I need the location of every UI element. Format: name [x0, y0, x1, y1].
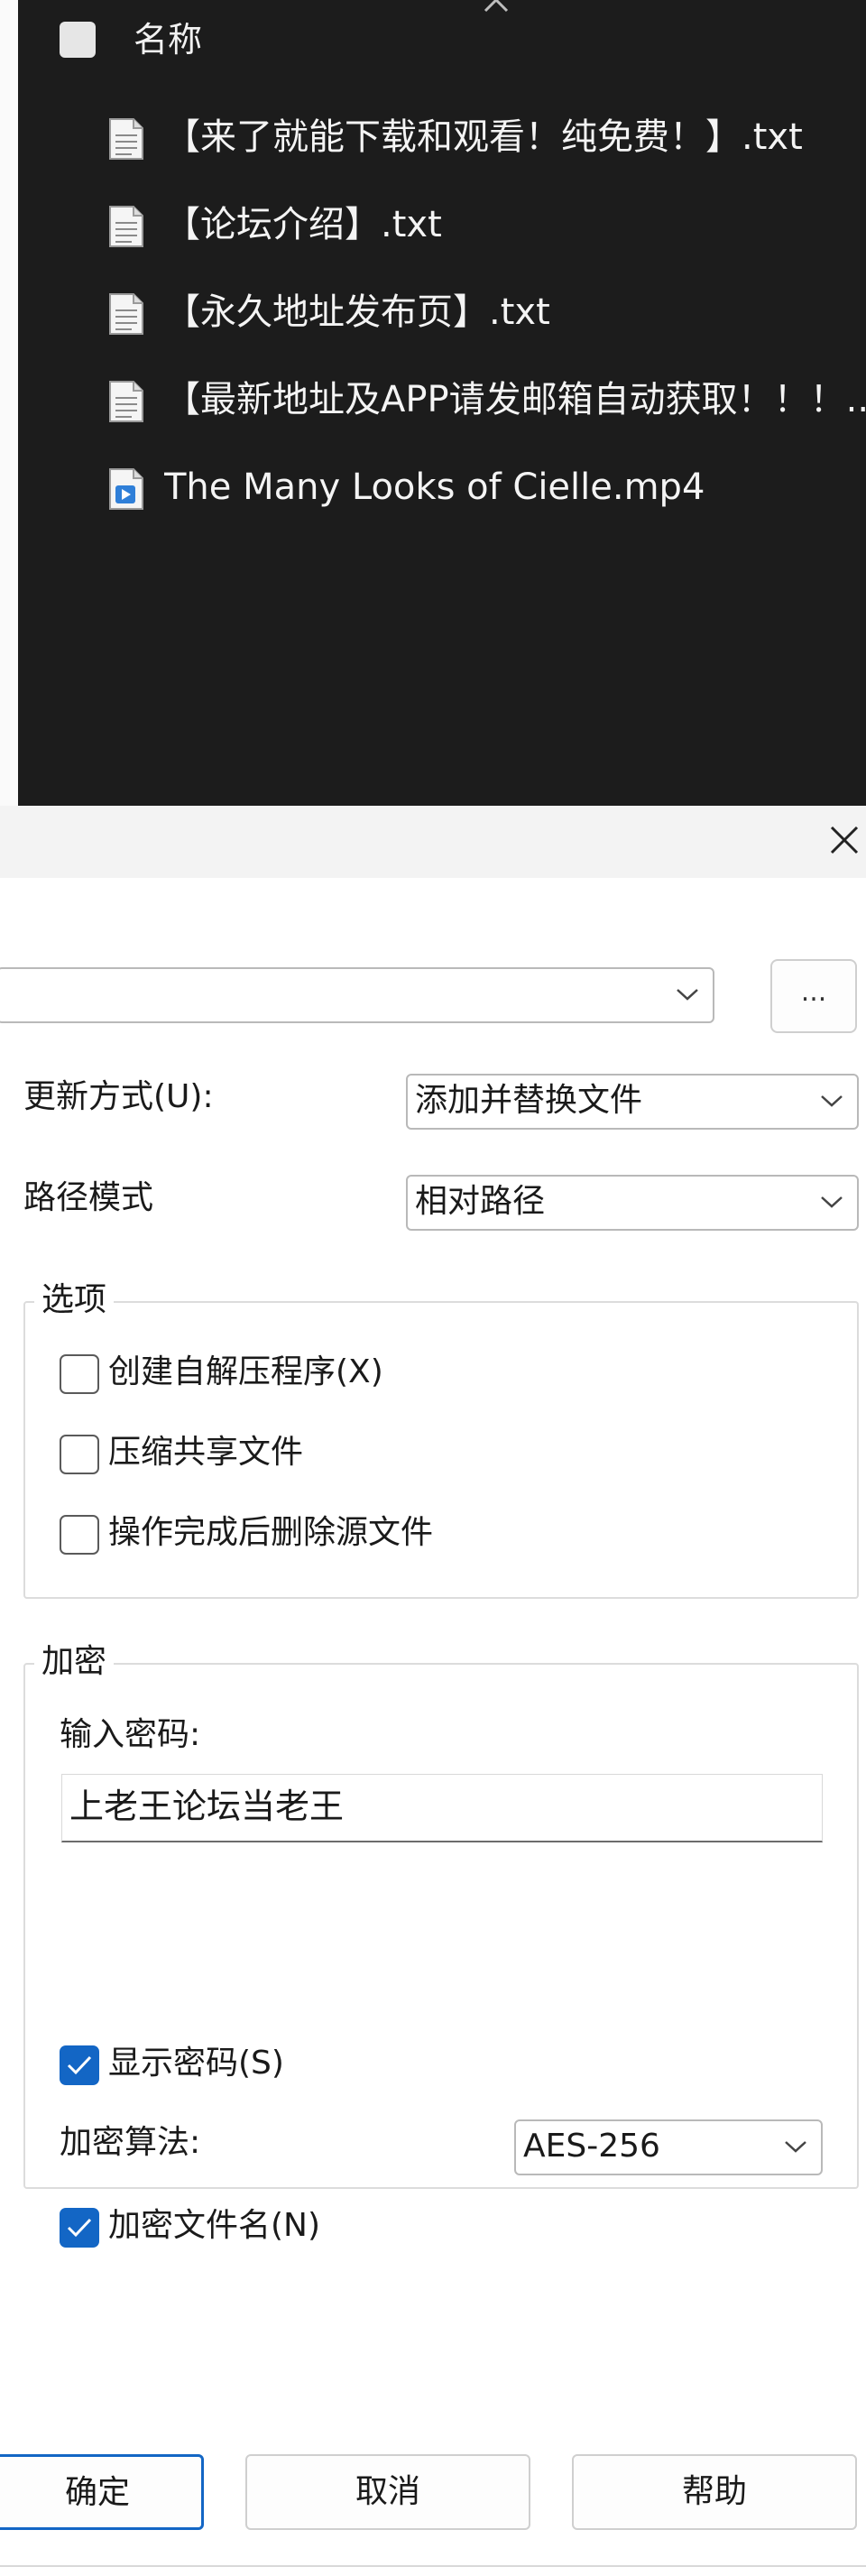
archive-settings-dialog: ... 更新方式(U): 添加并替换文件 路径模式 相对路径 选项 创建自解压程… — [0, 806, 866, 2576]
sfx-checkbox[interactable] — [60, 1354, 99, 1394]
window-edge — [0, 0, 18, 806]
path-mode-label: 路径模式 — [23, 1179, 154, 1216]
file-list-panel: 名称 【来了就能下载和观看！纯免费！】.txt 【论坛介绍】.txt 【永久地址… — [18, 0, 866, 806]
algorithm-value: AES-256 — [523, 2128, 660, 2165]
file-name: 【最新地址及APP请发邮箱自动获取！！！... — [164, 379, 866, 420]
text-file-icon — [109, 118, 143, 160]
chevron-down-icon — [821, 1095, 843, 1107]
update-mode-select[interactable]: 添加并替换文件 — [406, 1074, 859, 1130]
chevron-down-icon — [785, 2141, 806, 2153]
file-name: 【永久地址发布页】.txt — [164, 291, 550, 333]
path-mode-value: 相对路径 — [415, 1183, 546, 1220]
select-all-checkbox[interactable] — [60, 22, 96, 58]
column-header-name[interactable]: 名称 — [134, 18, 202, 61]
file-row[interactable]: 【永久地址发布页】.txt — [90, 282, 866, 345]
file-row[interactable]: 【论坛介绍】.txt — [90, 194, 866, 257]
file-row[interactable]: The Many Looks of Cielle.mp4 — [90, 457, 866, 520]
file-name: The Many Looks of Cielle.mp4 — [164, 466, 705, 508]
password-input[interactable]: 上老王论坛当老王 — [61, 1774, 823, 1842]
dialog-bottom-divider — [0, 2565, 866, 2567]
screen: 名称 【来了就能下载和观看！纯免费！】.txt 【论坛介绍】.txt 【永久地址… — [0, 0, 866, 2576]
video-file-icon — [109, 468, 143, 510]
text-file-icon — [109, 206, 143, 247]
encryption-group-title: 加密 — [34, 1640, 115, 1684]
algorithm-select[interactable]: AES-256 — [514, 2119, 823, 2175]
checkmark-icon — [67, 2055, 92, 2075]
compress-shared-checkbox[interactable] — [60, 1435, 99, 1474]
file-name: 【来了就能下载和观看！纯免费！】.txt — [164, 116, 803, 158]
sfx-checkbox-label[interactable]: 创建自解压程序(X) — [108, 1350, 383, 1395]
dialog-title-bar — [0, 806, 866, 878]
file-row[interactable]: 【最新地址及APP请发邮箱自动获取！！！... — [90, 369, 866, 432]
show-password-label[interactable]: 显示密码(S) — [108, 2041, 284, 2086]
options-group-title: 选项 — [34, 1279, 115, 1322]
encrypt-filenames-checkbox[interactable] — [60, 2208, 99, 2248]
help-button[interactable]: 帮助 — [572, 2454, 857, 2530]
delete-source-checkbox-label[interactable]: 操作完成后删除源文件 — [108, 1510, 433, 1556]
encrypt-filenames-label[interactable]: 加密文件名(N) — [108, 2203, 320, 2248]
archive-path-combobox[interactable] — [0, 967, 714, 1023]
browse-button[interactable]: ... — [770, 959, 857, 1033]
sort-caret-icon — [484, 0, 509, 13]
chevron-down-icon — [677, 989, 698, 1001]
algorithm-label: 加密算法: — [60, 2124, 201, 2161]
password-label: 输入密码: — [60, 1716, 201, 1753]
checkmark-icon — [67, 2218, 92, 2238]
update-mode-label: 更新方式(U): — [23, 1078, 214, 1115]
path-mode-select[interactable]: 相对路径 — [406, 1175, 859, 1231]
update-mode-value: 添加并替换文件 — [415, 1082, 643, 1119]
file-row[interactable]: 【来了就能下载和观看！纯免费！】.txt — [90, 106, 866, 170]
close-icon[interactable] — [823, 818, 866, 862]
delete-source-checkbox[interactable] — [60, 1515, 99, 1555]
ok-button[interactable]: 确定 — [0, 2454, 204, 2530]
text-file-icon — [109, 381, 143, 422]
cancel-button[interactable]: 取消 — [245, 2454, 530, 2530]
chevron-down-icon — [821, 1196, 843, 1208]
show-password-checkbox[interactable] — [60, 2045, 99, 2085]
file-name: 【论坛介绍】.txt — [164, 204, 442, 245]
compress-shared-checkbox-label[interactable]: 压缩共享文件 — [108, 1430, 303, 1475]
text-file-icon — [109, 293, 143, 335]
